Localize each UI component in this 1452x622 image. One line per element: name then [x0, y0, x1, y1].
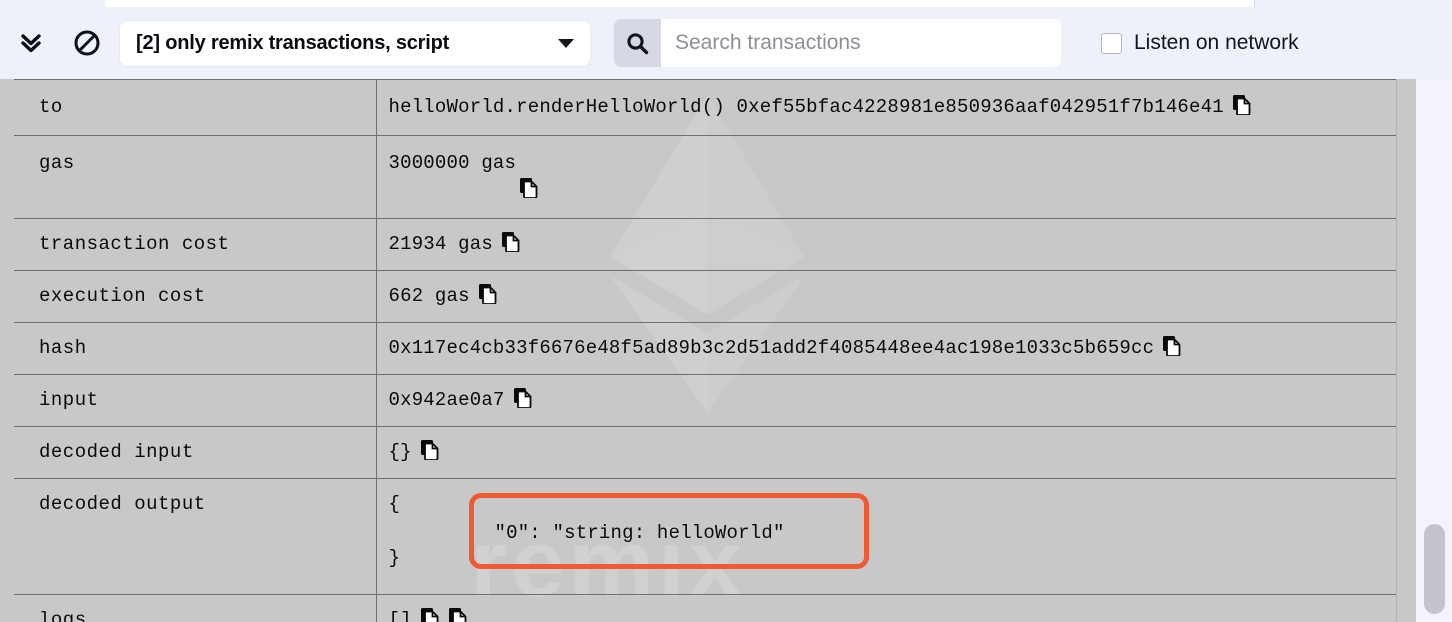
row-value-text: [] [388, 608, 412, 622]
transaction-filter-label: [2] only remix transactions, script [136, 31, 450, 54]
listen-on-network-toggle[interactable]: Listen on network [1101, 31, 1299, 55]
row-value-text: 0x117ec4cb33f6676e48f5ad89b3c2d51add2f40… [388, 336, 1155, 359]
row-value-text: 662 gas [388, 284, 470, 307]
row-key: hash [14, 321, 377, 375]
row-key: decoded output [14, 477, 377, 595]
table-row: gas 3000000 gas [14, 134, 1416, 219]
row-key: gas [14, 134, 377, 219]
row-key: execution cost [14, 269, 377, 323]
chevron-down-icon [558, 38, 574, 48]
table-right-gutter [1396, 79, 1416, 622]
table-row: hash 0x117ec4cb33f6676e48f5ad89b3c2d51ad… [14, 321, 1416, 375]
decoded-output-entry: "0": "string: helloWorld" [494, 521, 785, 544]
listen-on-network-label: Listen on network [1134, 31, 1299, 54]
ban-circle-slash-icon[interactable] [66, 22, 108, 64]
row-value-text: 21934 gas [388, 232, 493, 255]
table-left-gutter [0, 79, 14, 622]
table-row: to helloWorld.renderHelloWorld() 0xef55b… [14, 79, 1416, 136]
copy-icon[interactable] [1162, 335, 1182, 356]
row-key: logs [14, 593, 377, 622]
chevrons-down-icon[interactable] [10, 22, 52, 64]
row-value: [] [376, 593, 1416, 622]
search-icon[interactable] [614, 19, 661, 67]
search-group [614, 19, 1061, 67]
transaction-details-table-container: remix to helloWorld.renderHelloWorld() 0… [0, 79, 1452, 622]
table-row: execution cost 662 gas [14, 269, 1416, 323]
row-key: decoded input [14, 425, 377, 479]
row-value: 21934 gas [376, 217, 1416, 271]
copy-icon[interactable] [1232, 94, 1252, 115]
copy-icon[interactable] [420, 607, 440, 622]
remix-terminal-panel: [2] only remix transactions, script List… [0, 0, 1452, 622]
transaction-details-table: to helloWorld.renderHelloWorld() 0xef55b… [14, 79, 1416, 622]
row-key: transaction cost [14, 217, 377, 271]
transaction-filter-select[interactable]: [2] only remix transactions, script [120, 20, 590, 66]
row-value: 0x117ec4cb33f6676e48f5ad89b3c2d51add2f40… [376, 321, 1416, 375]
row-value: helloWorld.renderHelloWorld() 0xef55bfac… [376, 79, 1416, 136]
search-input[interactable] [661, 19, 1061, 67]
row-key: to [14, 79, 377, 136]
row-value: 662 gas [376, 269, 1416, 323]
copy-icon[interactable] [420, 439, 440, 460]
row-value: { } "0": "string: helloWorld" [376, 477, 1416, 595]
row-value-text: helloWorld.renderHelloWorld() 0xef55bfac… [388, 96, 1224, 118]
row-value-text: 3000000 gas [388, 151, 517, 174]
window-top-strip [105, 0, 1255, 7]
copy-icon[interactable] [519, 177, 539, 198]
copy-icon[interactable] [501, 231, 521, 252]
copy-icon[interactable] [478, 283, 498, 304]
row-value: 3000000 gas [376, 134, 1416, 219]
row-key: input [14, 373, 377, 427]
vertical-scrollbar-thumb[interactable] [1424, 524, 1445, 614]
terminal-toolbar: [2] only remix transactions, script List… [0, 7, 1452, 79]
row-value: 0x942ae0a7 [376, 373, 1416, 427]
decoded-output-open-brace: { [388, 492, 401, 515]
table-row: logs [] [14, 593, 1416, 622]
copy-icon[interactable] [448, 607, 468, 622]
row-value: {} [376, 425, 1416, 479]
row-value-text: {} [388, 440, 412, 463]
vertical-scrollbar[interactable] [1416, 79, 1452, 622]
table-row: input 0x942ae0a7 [14, 373, 1416, 427]
row-value-text: 0x942ae0a7 [388, 388, 505, 411]
listen-on-network-checkbox[interactable] [1101, 32, 1122, 54]
decoded-output-close-brace: } [388, 546, 401, 569]
table-row: decoded input {} [14, 425, 1416, 479]
table-row: transaction cost 21934 gas [14, 217, 1416, 271]
copy-icon[interactable] [513, 387, 533, 408]
table-row-decoded-output: decoded output { } "0": "string: helloWo… [14, 477, 1416, 595]
